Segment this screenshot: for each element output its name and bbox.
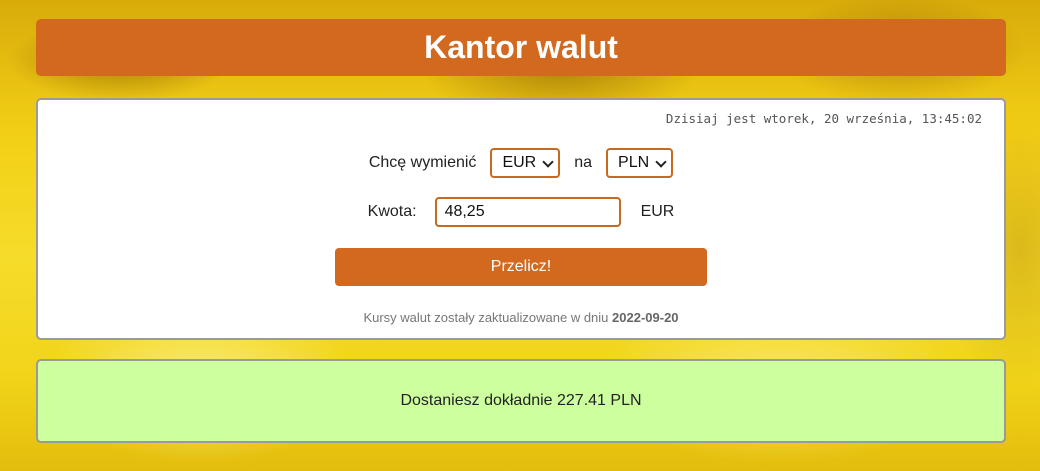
chevron-down-icon	[542, 155, 554, 168]
amount-input[interactable]	[434, 197, 621, 227]
want-label: Chcę wymienić	[368, 154, 477, 171]
result-text: Dostaniesz dokładnie 227.41 PLN	[400, 392, 642, 409]
chevron-down-icon	[655, 155, 667, 168]
to-currency-value: PLN	[618, 154, 650, 171]
amount-unit: EUR	[640, 203, 675, 220]
from-currency-select[interactable]: EUR	[490, 148, 561, 178]
rates-updated-date: 2022-09-20	[612, 310, 679, 325]
convert-button[interactable]: Przelicz!	[335, 248, 707, 286]
converter-panel: Dzisiaj jest wtorek, 20 września, 13:45:…	[36, 98, 1006, 340]
to-label: na	[574, 154, 593, 171]
page-title: Kantor walut	[424, 29, 618, 65]
from-currency-value: EUR	[502, 154, 537, 171]
to-currency-select[interactable]: PLN	[606, 148, 674, 178]
currency-row: Chcę wymienić EUR na PLN	[38, 148, 1004, 178]
rates-updated-text: Kursy walut zostały zaktualizowane w dni…	[363, 310, 609, 325]
result-box: Dostaniesz dokładnie 227.41 PLN	[36, 359, 1006, 443]
rates-updated-note: Kursy walut zostały zaktualizowane w dni…	[38, 310, 1004, 325]
amount-label: Kwota:	[367, 203, 417, 220]
amount-row: Kwota: EUR	[38, 197, 1004, 227]
current-datetime: Dzisiaj jest wtorek, 20 września, 13:45:…	[665, 111, 982, 126]
app-header: Kantor walut	[36, 19, 1006, 76]
